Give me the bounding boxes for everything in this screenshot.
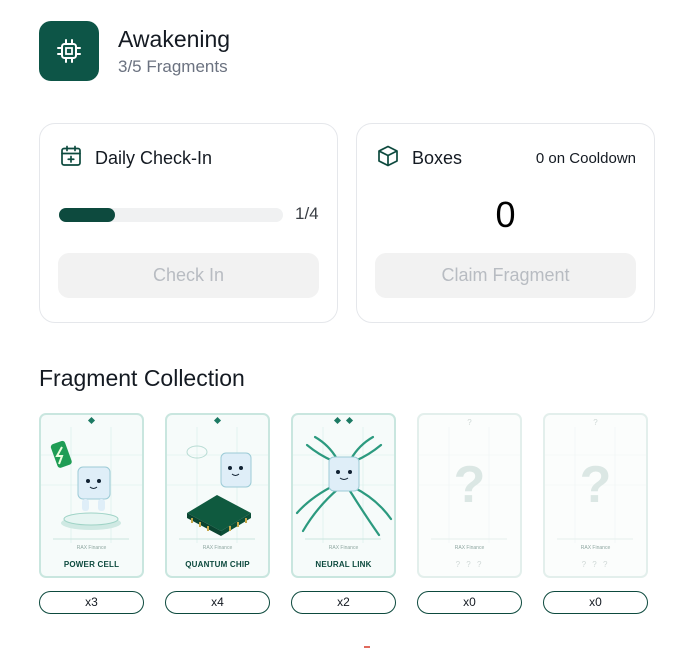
fragment-card-locked[interactable]: ? ? RAX Finance ? ? ? [417,413,522,578]
fragment-brand: RAX Finance [76,545,107,551]
question-mark-icon: ? [579,456,612,514]
fragment-name: ? ? ? [455,560,484,569]
neural-link-illustration [293,416,394,543]
daily-checkin-label: Daily Check-In [95,148,213,168]
fragment-card-power-cell[interactable]: RAX Finance POWER CELL [39,413,144,578]
check-in-button[interactable]: Check In [58,253,319,298]
daily-checkin-card: Daily Check-In 1/4 Check In [39,123,338,323]
cpu-chip-icon [39,21,99,81]
power-cell-illustration [41,416,142,543]
question-mark-icon: ? [453,456,486,514]
fragment-name: ? ? ? [581,560,610,569]
fragment-brand: RAX Finance [202,545,233,551]
fragment-collection-title: Fragment Collection [39,365,245,391]
checkin-progress-bar [59,208,283,222]
fragment-card-neural-link[interactable]: RAX Finance NEURAL LINK [291,413,396,578]
checkin-progress-text: 1/4 [295,204,319,223]
header: Awakening 3/5 Fragments [39,21,230,81]
fragment-name: NEURAL LINK [315,560,372,569]
fragment-count-badge: x4 [165,591,270,614]
boxes-label: Boxes [412,148,463,168]
fragment-count-badge: x0 [543,591,648,614]
fragment-name: QUANTUM CHIP [185,560,250,569]
fragment-count-badge: x0 [417,591,522,614]
boxes-card: Boxes 0 on Cooldown 0 Claim Fragment [356,123,655,323]
fragment-name: POWER CELL [63,560,120,569]
fragment-count-badge: x3 [39,591,144,614]
fragments-progress-text: 3/5 Fragments [118,57,228,76]
fragment-brand: RAX Finance [328,545,359,551]
locked-top-mark: ? [593,418,598,427]
page-title: Awakening [118,26,231,52]
cooldown-text: 0 on Cooldown [535,150,636,167]
claim-fragment-button[interactable]: Claim Fragment [375,253,636,298]
fragment-brand: RAX Finance [580,545,611,551]
fragment-brand: RAX Finance [454,545,485,551]
locked-top-mark: ? [467,418,472,427]
fragment-card-locked[interactable]: ? ? RAX Finance ? ? ? [543,413,648,578]
boxes-count: 0 [495,194,516,235]
checkin-progress-fill [59,208,115,222]
fragment-count-badge: x2 [291,591,396,614]
calendar-plus-icon [59,144,83,173]
fragment-card-quantum-chip[interactable]: RAX Finance QUANTUM CHIP [165,413,270,578]
box-icon [376,144,400,173]
quantum-chip-illustration [167,416,268,543]
